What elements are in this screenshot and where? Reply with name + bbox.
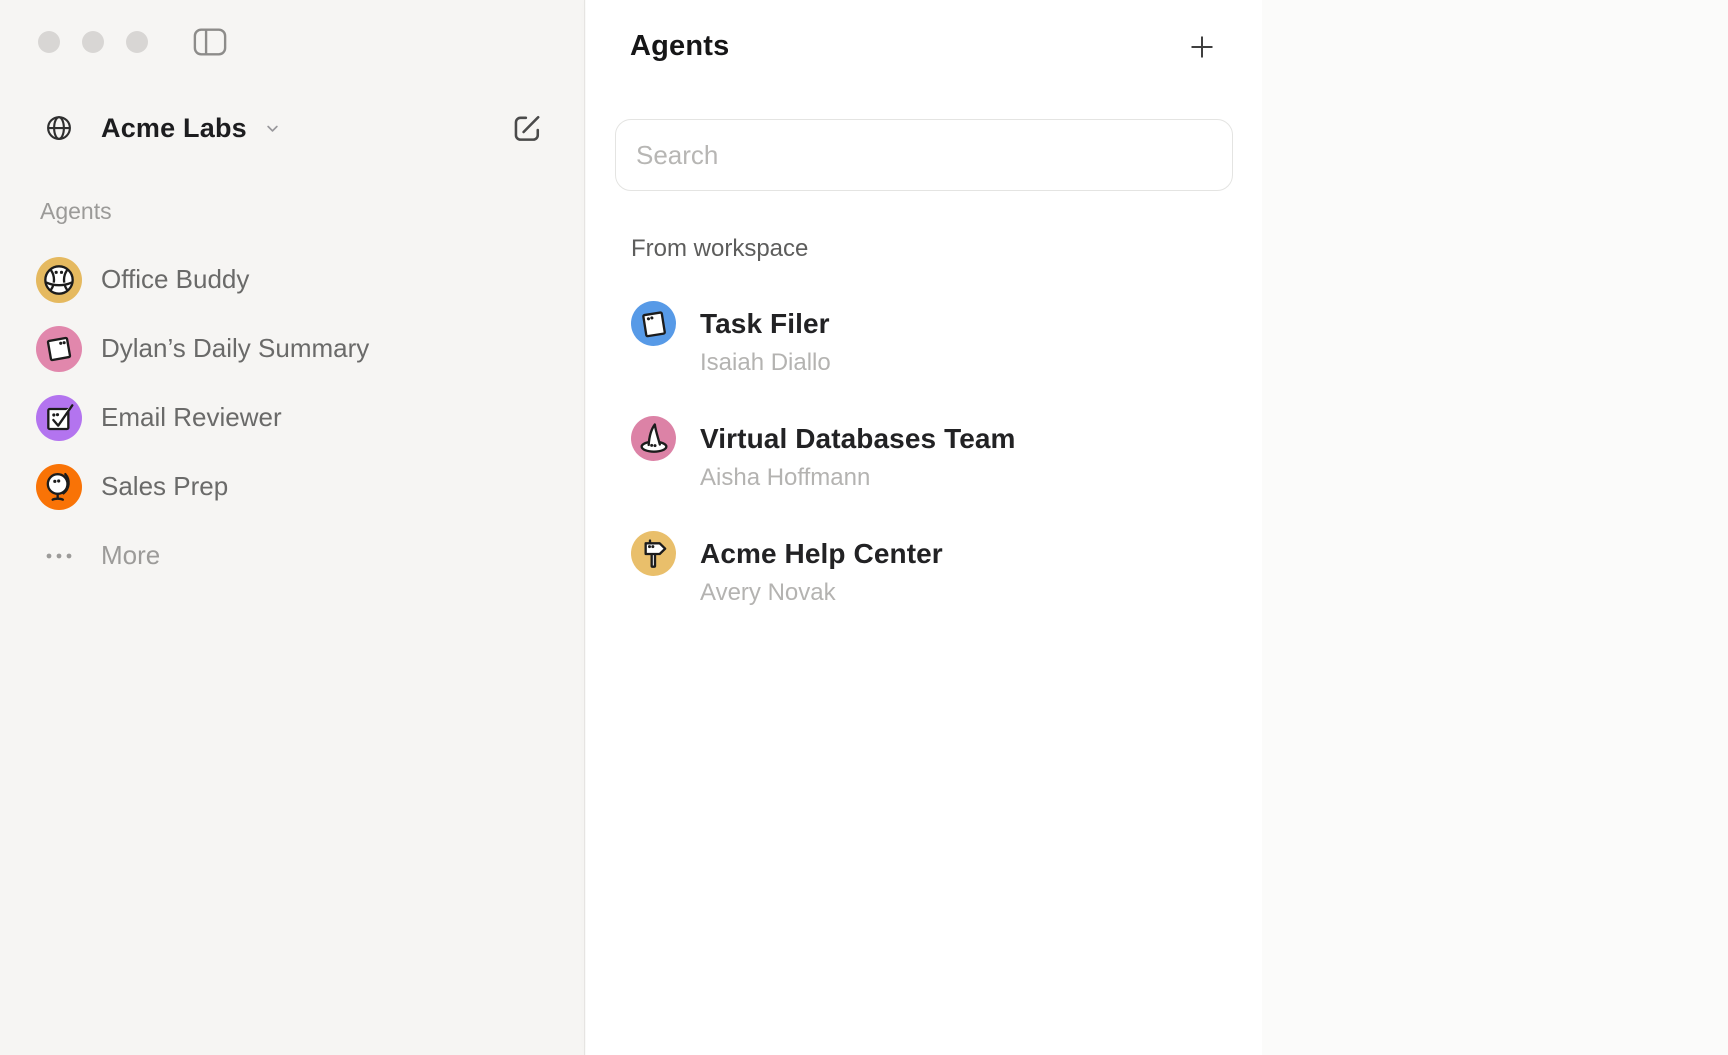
sidebar-agent-list: Office Buddy Dylan’s Daily Summary: [0, 245, 585, 590]
sidebar-toggle-button[interactable]: [192, 27, 228, 57]
sidebar-item-label: Sales Prep: [101, 471, 228, 502]
search-input[interactable]: [615, 119, 1233, 191]
minimize-button[interactable]: [82, 31, 104, 53]
desk-globe-face-icon: [36, 464, 82, 510]
globe-icon: [44, 113, 74, 143]
workspace-name: Acme Labs: [101, 113, 247, 144]
panel-title: Agents: [630, 30, 730, 63]
agent-list: Task Filer Isaiah Diallo Virtual Databas…: [586, 280, 1262, 625]
sidebar-item-label: Office Buddy: [101, 264, 249, 295]
agent-text: Virtual Databases Team Aisha Hoffmann: [700, 421, 1016, 493]
search-field: [615, 119, 1233, 191]
agent-name: Acme Help Center: [700, 536, 943, 572]
chevron-down-icon: [263, 119, 282, 138]
ellipsis-icon: [36, 551, 82, 561]
window-controls: [38, 31, 148, 53]
sidebar-item-label: Dylan’s Daily Summary: [101, 333, 369, 364]
app-window: Acme Labs Agents: [0, 0, 1728, 1055]
more-label: More: [101, 540, 160, 571]
sidebar-item-dylans-daily-summary[interactable]: Dylan’s Daily Summary: [0, 314, 585, 383]
zoom-button[interactable]: [126, 31, 148, 53]
plus-icon: [1186, 31, 1218, 63]
agents-panel: Agents From workspace: [586, 0, 1262, 1055]
agent-row-virtual-databases-team[interactable]: Virtual Databases Team Aisha Hoffmann: [586, 395, 1262, 510]
signpost-face-icon: [631, 531, 676, 576]
agent-owner: Isaiah Diallo: [700, 348, 831, 378]
sidebar: Acme Labs Agents: [0, 0, 585, 1055]
note-face-icon: [36, 326, 82, 372]
agent-name: Task Filer: [700, 306, 831, 342]
wizard-hat-face-icon: [631, 416, 676, 461]
agent-text: Task Filer Isaiah Diallo: [700, 306, 831, 378]
agent-row-task-filer[interactable]: Task Filer Isaiah Diallo: [586, 280, 1262, 395]
from-workspace-label: From workspace: [631, 235, 808, 263]
checkbox-face-icon: [36, 395, 82, 441]
sidebar-item-sales-prep[interactable]: Sales Prep: [0, 452, 585, 521]
agent-text: Acme Help Center Avery Novak: [700, 536, 943, 608]
sidebar-item-email-reviewer[interactable]: Email Reviewer: [0, 383, 585, 452]
agent-name: Virtual Databases Team: [700, 421, 1016, 457]
sidebar-item-more[interactable]: More: [0, 521, 585, 590]
close-button[interactable]: [38, 31, 60, 53]
sidebar-section-label: Agents: [40, 198, 112, 225]
sidebar-item-office-buddy[interactable]: Office Buddy: [0, 245, 585, 314]
compose-icon: [510, 111, 544, 145]
add-agent-button[interactable]: [1185, 30, 1219, 64]
agent-owner: Avery Novak: [700, 578, 943, 608]
agent-owner: Aisha Hoffmann: [700, 463, 1016, 493]
beachball-face-icon: [36, 257, 82, 303]
workspace-switcher[interactable]: Acme Labs: [44, 109, 282, 147]
content-area: [1262, 0, 1728, 1055]
sidebar-toggle-icon: [193, 28, 227, 56]
note-face-icon: [631, 301, 676, 346]
sidebar-item-label: Email Reviewer: [101, 402, 282, 433]
agent-row-acme-help-center[interactable]: Acme Help Center Avery Novak: [586, 510, 1262, 625]
compose-button[interactable]: [508, 109, 546, 147]
